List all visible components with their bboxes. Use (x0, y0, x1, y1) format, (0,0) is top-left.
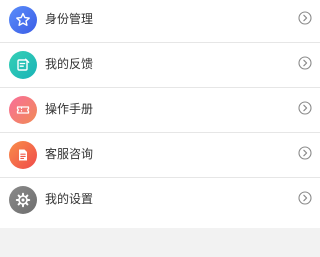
divider (0, 42, 320, 43)
menu-item-identity-management[interactable]: 身份管理 (0, 0, 320, 44)
menu-item-label: 我的反馈 (45, 57, 94, 71)
menu-item-user-manual[interactable]: 操作手册 (0, 90, 320, 134)
gear-icon (9, 186, 37, 214)
divider (0, 177, 320, 178)
menu-item-my-feedback[interactable]: 我的反馈 (0, 45, 320, 89)
menu-item-label: 我的设置 (45, 192, 94, 206)
menu-item-label: 操作手册 (45, 102, 94, 116)
chevron-right-circle-icon (298, 191, 312, 205)
chevron-right-circle-icon (298, 56, 312, 70)
divider (0, 132, 320, 133)
edit-note-icon (9, 51, 37, 79)
star-icon (9, 6, 37, 34)
menu-item-customer-service[interactable]: 客服咨询 (0, 135, 320, 179)
divider (0, 87, 320, 88)
menu-item-label: 客服咨询 (45, 147, 94, 161)
chevron-right-circle-icon (298, 101, 312, 115)
ticket-icon (9, 96, 37, 124)
chevron-right-circle-icon (298, 146, 312, 160)
menu-item-my-settings[interactable]: 我的设置 (0, 180, 320, 224)
document-icon (9, 141, 37, 169)
menu-item-label: 身份管理 (45, 12, 94, 26)
menu-list: 身份管理 我的反馈 操作手册 客服咨询 我的设置 (0, 0, 320, 228)
chevron-right-circle-icon (298, 11, 312, 25)
